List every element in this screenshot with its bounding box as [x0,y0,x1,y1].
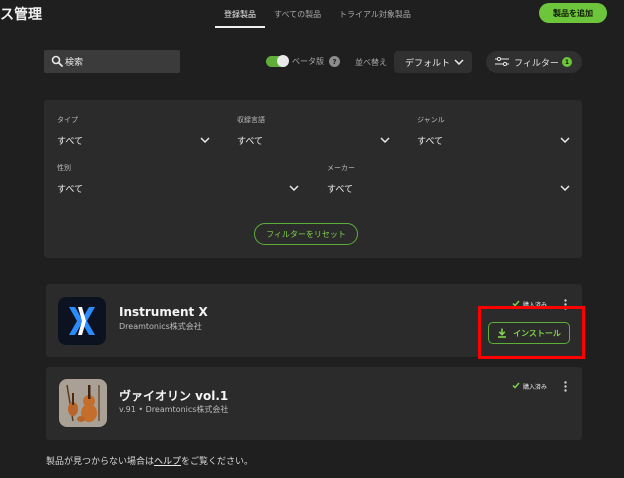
filter-count-badge: 1 [562,57,572,67]
tab-trial-products[interactable]: トライアル対象製品 [339,9,411,20]
help-note: 製品が見つからない場合はヘルプをご覧ください。 [46,454,253,467]
filter-label: フィルター [514,59,559,69]
more-options-icon[interactable] [564,381,567,392]
check-icon [512,382,520,389]
filter-language-select[interactable]: すべて [237,134,263,147]
product-name: ヴァイオリン vol.1 [119,389,229,403]
product-vendor: v.91 • Dreamtonics株式会社 [119,405,229,414]
help-note-prefix: 製品が見つからない場合は [46,457,155,467]
filter-maker-select[interactable]: すべて [327,182,353,195]
chevron-down-icon [289,185,299,191]
chevron-down-icon [560,137,570,143]
help-icon[interactable]: ? [329,56,340,67]
search-icon [51,55,63,67]
active-tab-indicator [215,26,265,28]
filter-type-select[interactable]: すべて [57,134,83,147]
search-placeholder: 検索 [65,58,84,68]
add-product-button[interactable]: 製品を追加 [539,3,607,23]
chevron-down-icon [200,137,210,143]
filter-sliders-icon [495,57,509,66]
instrument-x-logo-icon [58,297,106,345]
chevron-down-icon [560,185,570,191]
filter-language-label: 収録言語 [237,116,265,124]
product-vendor: Dreamtonics株式会社 [119,322,202,331]
filter-gender-label: 性別 [57,164,71,172]
help-link[interactable]: ヘルプ [154,457,181,467]
help-note-suffix: をご覧ください。 [181,457,254,467]
highlight-box [478,306,585,359]
owned-status: 購入済み [523,384,548,391]
filter-genre-label: ジャンル [417,116,445,124]
sort-value: デフォルト [405,59,451,69]
chevron-down-icon [380,137,390,143]
filter-maker-label: メーカー [327,164,355,172]
beta-toggle-knob[interactable] [277,55,289,67]
violin-icon [59,379,107,427]
reset-filters-button[interactable]: フィルターをリセット [254,223,358,245]
tab-registered-products[interactable]: 登録製品 [224,9,256,20]
sort-label: 並べ替え [355,58,387,67]
filter-gender-select[interactable]: すべて [57,182,83,195]
filter-type-label: タイプ [57,116,78,124]
tab-all-products[interactable]: すべての製品 [274,9,321,20]
chevron-down-icon [454,59,464,65]
filter-genre-select[interactable]: すべて [417,134,443,147]
page-title: ス管理 [0,7,42,23]
beta-label: ベータ版 [292,57,324,66]
product-name: Instrument X [119,305,208,319]
